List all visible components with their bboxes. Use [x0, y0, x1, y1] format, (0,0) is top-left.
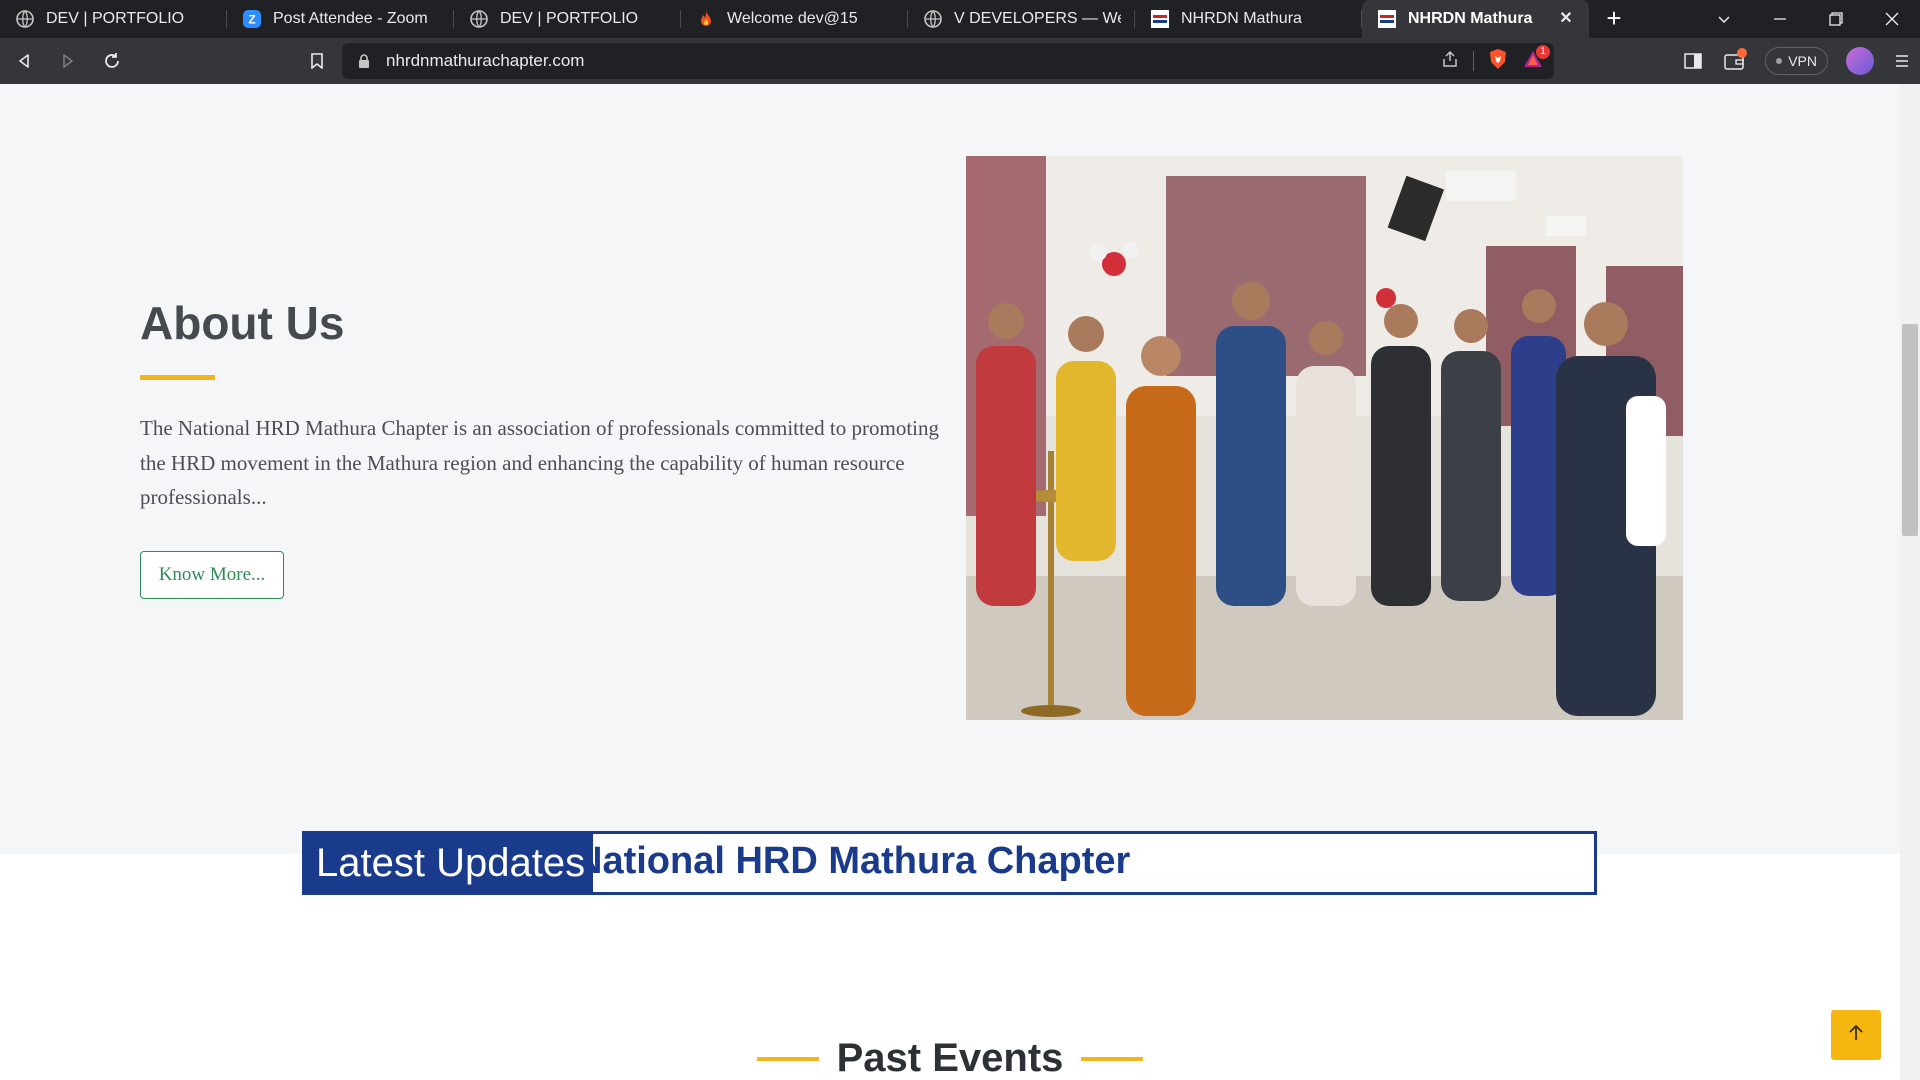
globe-icon — [16, 10, 34, 28]
close-window-icon[interactable] — [1864, 0, 1920, 38]
page-viewport: About Us The National HRD Mathura Chapte… — [0, 84, 1900, 1080]
toolbar-right: VPN — [1673, 38, 1920, 84]
zoom-icon: Z — [243, 10, 261, 28]
tab-title: Welcome dev@15 — [727, 10, 858, 27]
know-more-button[interactable]: Know More... — [140, 551, 284, 599]
minimize-icon[interactable] — [1752, 0, 1808, 38]
brave-rewards-icon[interactable]: 1 — [1522, 44, 1550, 74]
brave-shield-icon[interactable] — [1488, 48, 1508, 75]
heading-line-right — [1081, 1056, 1144, 1061]
tab-search-chevron-icon[interactable] — [1696, 0, 1752, 38]
forward-icon[interactable] — [48, 41, 88, 81]
tab-dev-portfolio-2[interactable]: DEV | PORTFOLIO — [454, 0, 681, 38]
ticker-marquee-text[interactable]: National HRD Mathura Chapter — [575, 840, 1130, 883]
tab-strip: DEV | PORTFOLIO Z Post Attendee - Zoom D… — [0, 0, 1920, 38]
svg-text:Z: Z — [248, 13, 255, 27]
latest-updates-ticker: National HRD Mathura Chapter Latest Upda… — [302, 831, 1597, 895]
lock-icon — [356, 53, 372, 69]
page-scrollbar[interactable] — [1900, 84, 1920, 1080]
sidebar-icon[interactable] — [1673, 53, 1713, 69]
about-photo — [966, 156, 1683, 720]
latest-updates-label: Latest Updates — [305, 834, 593, 892]
heading-underline — [140, 375, 215, 380]
about-description: The National HRD Mathura Chapter is an a… — [140, 416, 940, 509]
vpn-label: VPN — [1788, 53, 1817, 69]
scroll-to-top-button[interactable] — [1831, 1010, 1881, 1060]
vpn-status-dot-icon — [1776, 58, 1783, 64]
past-events-heading: Past Events — [836, 1036, 1064, 1080]
past-events-header: Past Events — [0, 1036, 1900, 1080]
globe-icon — [924, 10, 942, 28]
address-bar[interactable]: nhrdnmathurachapter.com 1 — [342, 43, 1554, 79]
tab-title: DEV | PORTFOLIO — [500, 10, 639, 27]
share-icon[interactable] — [1441, 50, 1459, 73]
tab-title: V DEVELOPERS — We are t — [954, 10, 1121, 27]
tab-title: Post Attendee - Zoom — [273, 10, 428, 27]
tab-zoom[interactable]: Z Post Attendee - Zoom — [227, 0, 454, 38]
browser-toolbar: nhrdnmathurachapter.com 1 VPN — [0, 38, 1920, 84]
divider — [1473, 51, 1474, 71]
reload-icon[interactable] — [92, 41, 132, 81]
tab-welcome[interactable]: Welcome dev@15 — [681, 0, 908, 38]
new-tab-button[interactable]: + — [1595, 0, 1633, 38]
nhrdn-favicon-icon — [1151, 10, 1169, 28]
tab-title: NHRDN Mathura — [1181, 10, 1302, 27]
tab-title: NHRDN Mathura — [1408, 10, 1533, 27]
tab-title: DEV | PORTFOLIO — [46, 10, 185, 27]
close-tab-icon[interactable]: ✕ — [1557, 10, 1575, 28]
window-controls — [1696, 0, 1920, 38]
bookmark-icon[interactable] — [297, 41, 337, 81]
notification-badge: 1 — [1536, 44, 1550, 59]
about-section: About Us The National HRD Mathura Chapte… — [0, 84, 1900, 854]
restore-icon[interactable] — [1808, 0, 1864, 38]
about-heading: About Us — [140, 297, 345, 349]
globe-icon — [470, 10, 488, 28]
nhrdn-favicon-icon — [1378, 10, 1396, 28]
tab-nhrdn-1[interactable]: NHRDN Mathura — [1135, 0, 1362, 38]
tab-nhrdn-active[interactable]: NHRDN Mathura ✕ — [1362, 0, 1589, 38]
flame-icon — [697, 10, 715, 28]
tab-dev-portfolio-1[interactable]: DEV | PORTFOLIO — [0, 0, 227, 38]
profile-avatar[interactable] — [1846, 47, 1874, 75]
wallet-icon[interactable] — [1713, 48, 1757, 70]
tab-v-developers[interactable]: V DEVELOPERS — We are t — [908, 0, 1135, 38]
scrollbar-thumb[interactable] — [1902, 324, 1918, 536]
address-bar-actions: 1 — [1441, 43, 1550, 79]
arrow-up-icon — [1848, 1024, 1864, 1047]
heading-line-left — [756, 1056, 819, 1061]
menu-icon[interactable] — [1884, 54, 1920, 68]
back-icon[interactable] — [4, 41, 44, 81]
url-text: nhrdnmathurachapter.com — [386, 51, 585, 70]
vpn-button[interactable]: VPN — [1765, 47, 1828, 75]
